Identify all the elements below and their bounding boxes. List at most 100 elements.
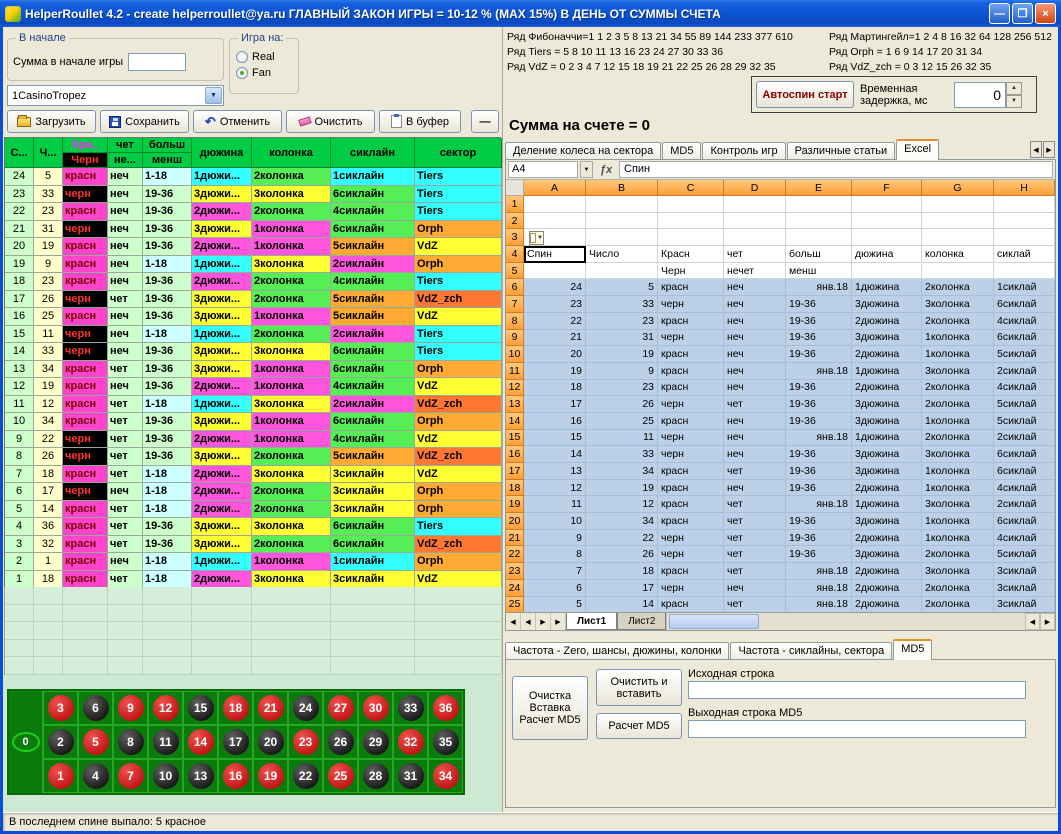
excel-cell[interactable]: чет	[724, 597, 786, 613]
excel-row-header-9[interactable]: 9	[506, 330, 524, 347]
excel-cell[interactable]: 26	[586, 396, 658, 413]
excel-cell[interactable]: 5сиклай	[994, 546, 1055, 563]
excel-cell[interactable]: красн	[658, 463, 724, 480]
excel-row-header-22[interactable]: 22	[506, 546, 524, 563]
to-buffer-button[interactable]: В буфер	[379, 110, 461, 133]
excel-row-header-21[interactable]: 21	[506, 530, 524, 547]
excel-cell[interactable]: 14	[524, 446, 586, 463]
excel-col-header-G[interactable]: G	[922, 180, 994, 196]
excel-cell[interactable]: 2дюжина	[852, 380, 922, 397]
bottom-tab-1[interactable]: Частота - сиклайны, сектора	[730, 642, 892, 660]
sheet-scrollbar-thumb[interactable]	[669, 614, 759, 629]
excel-cell[interactable]: 2колонка	[922, 546, 994, 563]
close-button[interactable]: ×	[1035, 3, 1056, 24]
excel-cell[interactable]: Красн	[658, 246, 724, 263]
excel-cell[interactable]: 4сиклай	[994, 313, 1055, 330]
board-cell-2[interactable]: 2	[43, 725, 78, 759]
excel-row-header-10[interactable]: 10	[506, 346, 524, 363]
excel-cell[interactable]	[922, 263, 994, 280]
excel-cell[interactable]: 1дюжина	[852, 430, 922, 447]
excel-cell[interactable]	[994, 263, 1055, 280]
excel-col-header-F[interactable]: F	[852, 180, 922, 196]
board-cell-27[interactable]: 27	[323, 691, 358, 725]
radio-option-fan[interactable]: Fan	[236, 67, 292, 79]
excel-cell[interactable]: 2дюжина	[852, 480, 922, 497]
excel-cell[interactable]: черн	[658, 530, 724, 547]
excel-col-header-B[interactable]: B	[586, 180, 658, 196]
load-button[interactable]: Загрузить	[7, 110, 96, 133]
board-cell-36[interactable]: 36	[428, 691, 463, 725]
excel-cell[interactable]: 13	[524, 463, 586, 480]
excel-cell[interactable]: 1колонка	[922, 513, 994, 530]
board-cell-35[interactable]: 35	[428, 725, 463, 759]
excel-row-header-7[interactable]: 7	[506, 296, 524, 313]
clear-insert-button[interactable]: Очистить и вставить	[596, 669, 682, 706]
excel-cell[interactable]: Черн	[658, 263, 724, 280]
excel-cell[interactable]: 1дюжина	[852, 279, 922, 296]
excel-cell[interactable]: неч	[724, 446, 786, 463]
excel-cell[interactable]	[786, 229, 852, 246]
spin-down-icon[interactable]: ▼	[1006, 95, 1022, 108]
excel-cell[interactable]: черн	[658, 446, 724, 463]
excel-cell[interactable]: 8	[524, 546, 586, 563]
excel-cell[interactable]	[786, 196, 852, 213]
excel-row-header-4[interactable]: 4	[506, 246, 524, 263]
excel-cell[interactable]: черн	[658, 430, 724, 447]
excel-cell[interactable]	[586, 229, 658, 246]
board-cell-11[interactable]: 11	[148, 725, 183, 759]
sheet-first-icon[interactable]: ◀	[506, 613, 521, 630]
excel-cell[interactable]: 1колонка	[922, 346, 994, 363]
excel-cell[interactable]: 19-36	[786, 463, 852, 480]
fx-icon[interactable]: ƒx	[595, 164, 617, 176]
tab-scroll-left-icon[interactable]: ◀	[1030, 141, 1042, 158]
main-tab-4[interactable]: Excel	[896, 139, 939, 160]
excel-cell[interactable]: красн	[658, 380, 724, 397]
save-button[interactable]: Сохранить	[100, 110, 189, 133]
chevron-down-icon[interactable]: ▼	[205, 87, 222, 104]
excel-cell[interactable]: чет	[724, 563, 786, 580]
excel-cell[interactable]: янв.18	[786, 563, 852, 580]
board-cell-22[interactable]: 22	[288, 759, 323, 793]
excel-cell[interactable]: 31	[586, 330, 658, 347]
excel-col-header-D[interactable]: D	[724, 180, 786, 196]
excel-cell[interactable]: 23	[524, 296, 586, 313]
excel-row-header-11[interactable]: 11	[506, 363, 524, 380]
excel-cell[interactable]: 7	[524, 563, 586, 580]
board-cell-33[interactable]: 33	[393, 691, 428, 725]
spin-up-icon[interactable]: ▲	[1006, 82, 1022, 95]
excel-cell[interactable]: 33	[586, 446, 658, 463]
hscroll-left-icon[interactable]: ◀	[1025, 613, 1040, 630]
excel-cell[interactable]: 1дюжина	[852, 496, 922, 513]
excel-cell[interactable]: 6сиклай	[994, 463, 1055, 480]
excel-cell[interactable]: 6сиклай	[994, 513, 1055, 530]
excel-cell[interactable]: чет	[724, 463, 786, 480]
board-cell-15[interactable]: 15	[183, 691, 218, 725]
excel-cell[interactable]: неч	[724, 363, 786, 380]
excel-cell[interactable]: чет	[724, 496, 786, 513]
excel-row-header-18[interactable]: 18	[506, 480, 524, 497]
excel-cell[interactable]: красн	[658, 597, 724, 613]
board-cell-5[interactable]: 5	[78, 725, 113, 759]
tab-scroll-right-icon[interactable]: ▶	[1043, 141, 1055, 158]
sheet-next-icon[interactable]: ▶	[536, 613, 551, 630]
excel-cell[interactable]: чет	[724, 396, 786, 413]
main-tab-1[interactable]: MD5	[662, 142, 701, 160]
excel-col-header-A[interactable]: A	[524, 180, 586, 196]
excel-cell[interactable]: больш	[786, 246, 852, 263]
excel-cell[interactable]: колонка	[922, 246, 994, 263]
excel-cell[interactable]: 5	[524, 597, 586, 613]
source-string-input[interactable]	[688, 681, 1026, 699]
excel-cell[interactable]: 5сиклай	[994, 346, 1055, 363]
excel-cell[interactable]: красн	[658, 363, 724, 380]
board-cell-9[interactable]: 9	[113, 691, 148, 725]
excel-cell[interactable]: дюжина	[852, 246, 922, 263]
excel-cell[interactable]	[922, 229, 994, 246]
board-cell-26[interactable]: 26	[323, 725, 358, 759]
excel-cell[interactable]: 11	[524, 496, 586, 513]
board-cell-3[interactable]: 3	[43, 691, 78, 725]
excel-cell[interactable]: черн	[658, 580, 724, 597]
casino-select[interactable]: 1CasinoTropez ▼	[7, 85, 224, 106]
excel-cell[interactable]: красн	[658, 496, 724, 513]
excel-cell[interactable]: красн	[658, 313, 724, 330]
board-cell-zero[interactable]: 0	[9, 691, 43, 793]
